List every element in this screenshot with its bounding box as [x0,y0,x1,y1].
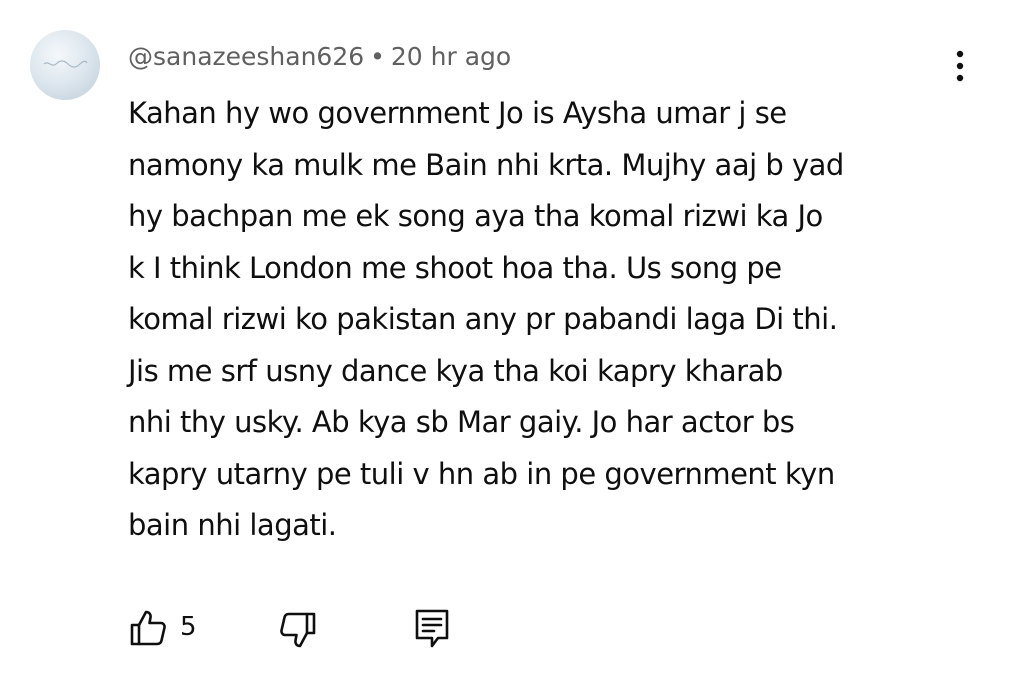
like-button[interactable]: 5 [128,604,208,654]
comment-text: Kahan hy wo government Jo is Aysha umar … [128,88,968,552]
avatar-scribble [43,60,88,68]
comment-line: hy bachpan me ek song aya tha komal rizw… [128,199,823,233]
comment-timestamp[interactable]: 20 hr ago [391,42,511,71]
more-options-button[interactable] [946,46,974,86]
comment-line: namony ka mulk me Bain nhi krta. Mujhy a… [128,147,844,182]
comment-line: komal rizwi ko pakistan any pr pabandi l… [128,302,838,336]
thumbs-down-icon [280,612,316,648]
comment-meta: @sanazeeshan626 • 20 hr ago [128,38,511,76]
comment-reply-icon [415,609,449,648]
reply-button[interactable] [414,604,454,654]
comment-line: Kahan hy wo government Jo is Aysha umar … [128,96,787,130]
author-handle[interactable]: @sanazeeshan626 [128,42,364,71]
like-count: 5 [180,612,197,642]
comment-line: nhi thy usky. Ab kya sb Mar gaiy. Jo har… [128,405,795,439]
comment-line: kapry utarny pe tuli v hn ab in pe gover… [128,456,835,491]
avatar[interactable] [30,30,100,100]
comment-line: bain nhi lagati. [128,508,337,542]
more-vert-icon [956,50,964,82]
comment-line: k I think London me shoot hoa tha. Us so… [128,250,782,285]
comment-line: Jis me srf usny dance kya tha koi kapry … [128,353,783,388]
meta-separator: • [370,42,385,71]
thumbs-up-icon [130,610,166,646]
dislike-button[interactable] [278,604,322,654]
